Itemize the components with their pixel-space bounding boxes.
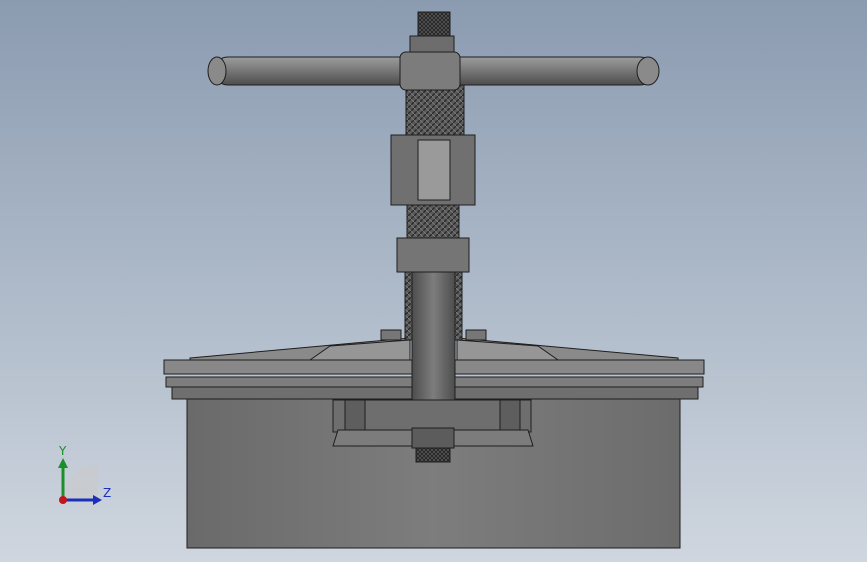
triad-plane-icon [63, 465, 98, 500]
y-axis-label: Y [58, 444, 67, 458]
z-axis-label: Z [103, 486, 111, 500]
cad-model[interactable]: Y Z [0, 0, 867, 562]
axis-triad: Y Z [58, 444, 111, 505]
housing-block-icon [186, 397, 681, 549]
y-arrow-icon [58, 458, 68, 468]
t-handle-icon [207, 51, 660, 91]
x-axis-dot-icon [59, 496, 67, 504]
cad-viewport[interactable]: Y Z [0, 0, 867, 562]
